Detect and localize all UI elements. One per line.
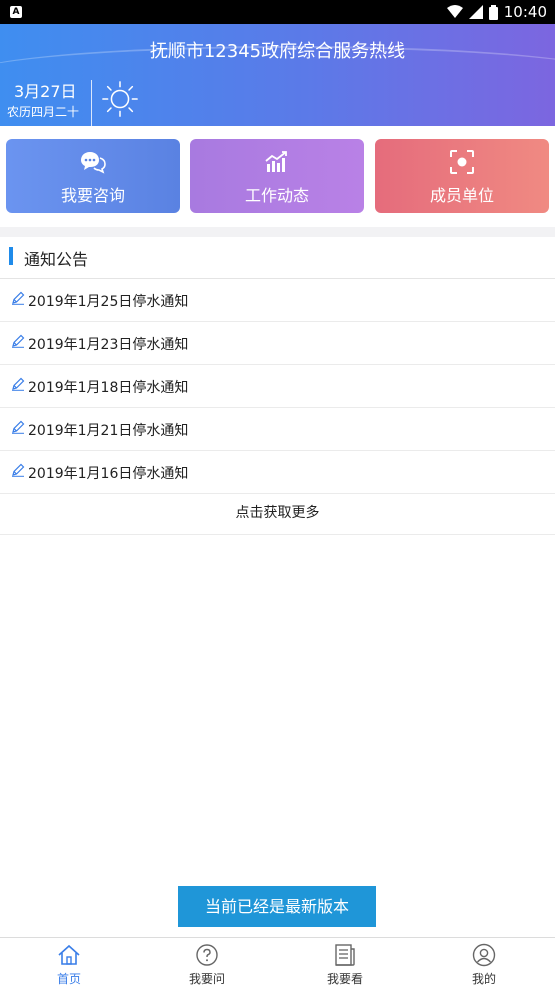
header-lunar-date: 农历四月二十 bbox=[7, 105, 80, 119]
tab-view[interactable]: 我要看 bbox=[300, 938, 390, 989]
tab-ask[interactable]: 我要问 bbox=[162, 938, 252, 989]
notice-item[interactable]: 2019年1月16日停水通知 bbox=[0, 451, 555, 494]
tab-mine-label: 我的 bbox=[471, 972, 496, 986]
battery-icon bbox=[488, 4, 498, 20]
member-units-tile-label: 成员单位 bbox=[429, 186, 494, 205]
pencil-icon bbox=[12, 377, 25, 391]
system-icons: 10:40 bbox=[446, 3, 547, 21]
work-news-tile[interactable]: 工作动态 bbox=[190, 139, 364, 213]
notice-item[interactable]: 2019年1月25日停水通知 bbox=[0, 279, 555, 322]
section-accent-bar bbox=[9, 247, 13, 265]
header-divider bbox=[91, 80, 92, 126]
notice-section-title: 通知公告 bbox=[24, 250, 89, 269]
member-units-tile[interactable]: 成员单位 bbox=[375, 139, 549, 213]
chat-bubbles-icon bbox=[81, 152, 106, 174]
user-icon bbox=[472, 943, 496, 967]
trend-chart-icon bbox=[265, 151, 287, 172]
notice-item-text: 2019年1月25日停水通知 bbox=[28, 294, 189, 310]
focus-target-icon bbox=[450, 150, 474, 174]
pencil-icon bbox=[12, 334, 25, 348]
wifi-icon bbox=[446, 5, 463, 18]
notice-item-text: 2019年1月21日停水通知 bbox=[28, 423, 189, 439]
notice-section-header: 通知公告 bbox=[0, 237, 555, 279]
load-more-button[interactable]: 点击获取更多 bbox=[0, 493, 555, 535]
tab-home-label: 首页 bbox=[56, 972, 81, 986]
consult-tile-label: 我要咨询 bbox=[60, 186, 125, 205]
tab-mine[interactable]: 我的 bbox=[439, 938, 529, 989]
sun-icon bbox=[102, 81, 138, 117]
consult-tile[interactable]: 我要咨询 bbox=[6, 139, 180, 213]
notice-item[interactable]: 2019年1月18日停水通知 bbox=[0, 365, 555, 408]
notice-item[interactable]: 2019年1月21日停水通知 bbox=[0, 408, 555, 451]
bottom-tab-bar: 首页 我要问 我要看 我的 bbox=[0, 937, 555, 989]
header-date: 3月27日 bbox=[14, 82, 77, 101]
notification-a-icon: A bbox=[10, 6, 22, 18]
pencil-icon bbox=[12, 291, 25, 305]
signal-icon bbox=[468, 5, 483, 19]
tab-home[interactable]: 首页 bbox=[24, 938, 114, 989]
question-icon bbox=[196, 944, 218, 966]
app-header: 抚顺市12345政府综合服务热线 3月27日 农历四月二十 bbox=[0, 24, 555, 126]
notice-list: 2019年1月25日停水通知 2019年1月23日停水通知 2019年1月18日… bbox=[0, 279, 555, 494]
notice-item[interactable]: 2019年1月23日停水通知 bbox=[0, 322, 555, 365]
quick-actions: 我要咨询 工作动态 成员单位 bbox=[0, 139, 555, 213]
pencil-icon bbox=[12, 420, 25, 434]
tab-ask-label: 我要问 bbox=[188, 972, 225, 986]
page-title: 抚顺市12345政府综合服务热线 bbox=[149, 41, 406, 62]
section-gap bbox=[0, 227, 555, 237]
notice-item-text: 2019年1月18日停水通知 bbox=[28, 380, 189, 396]
latest-version-toast: 当前已经是最新版本 bbox=[178, 886, 376, 927]
home-icon bbox=[58, 944, 80, 965]
status-time: 10:40 bbox=[503, 3, 547, 21]
work-news-tile-label: 工作动态 bbox=[244, 186, 309, 205]
news-icon bbox=[335, 944, 355, 966]
notice-item-text: 2019年1月23日停水通知 bbox=[28, 337, 189, 353]
pencil-icon bbox=[12, 463, 25, 477]
tab-view-label: 我要看 bbox=[326, 972, 363, 986]
status-bar: A 10:40 bbox=[0, 0, 555, 24]
notice-item-text: 2019年1月16日停水通知 bbox=[28, 466, 189, 482]
